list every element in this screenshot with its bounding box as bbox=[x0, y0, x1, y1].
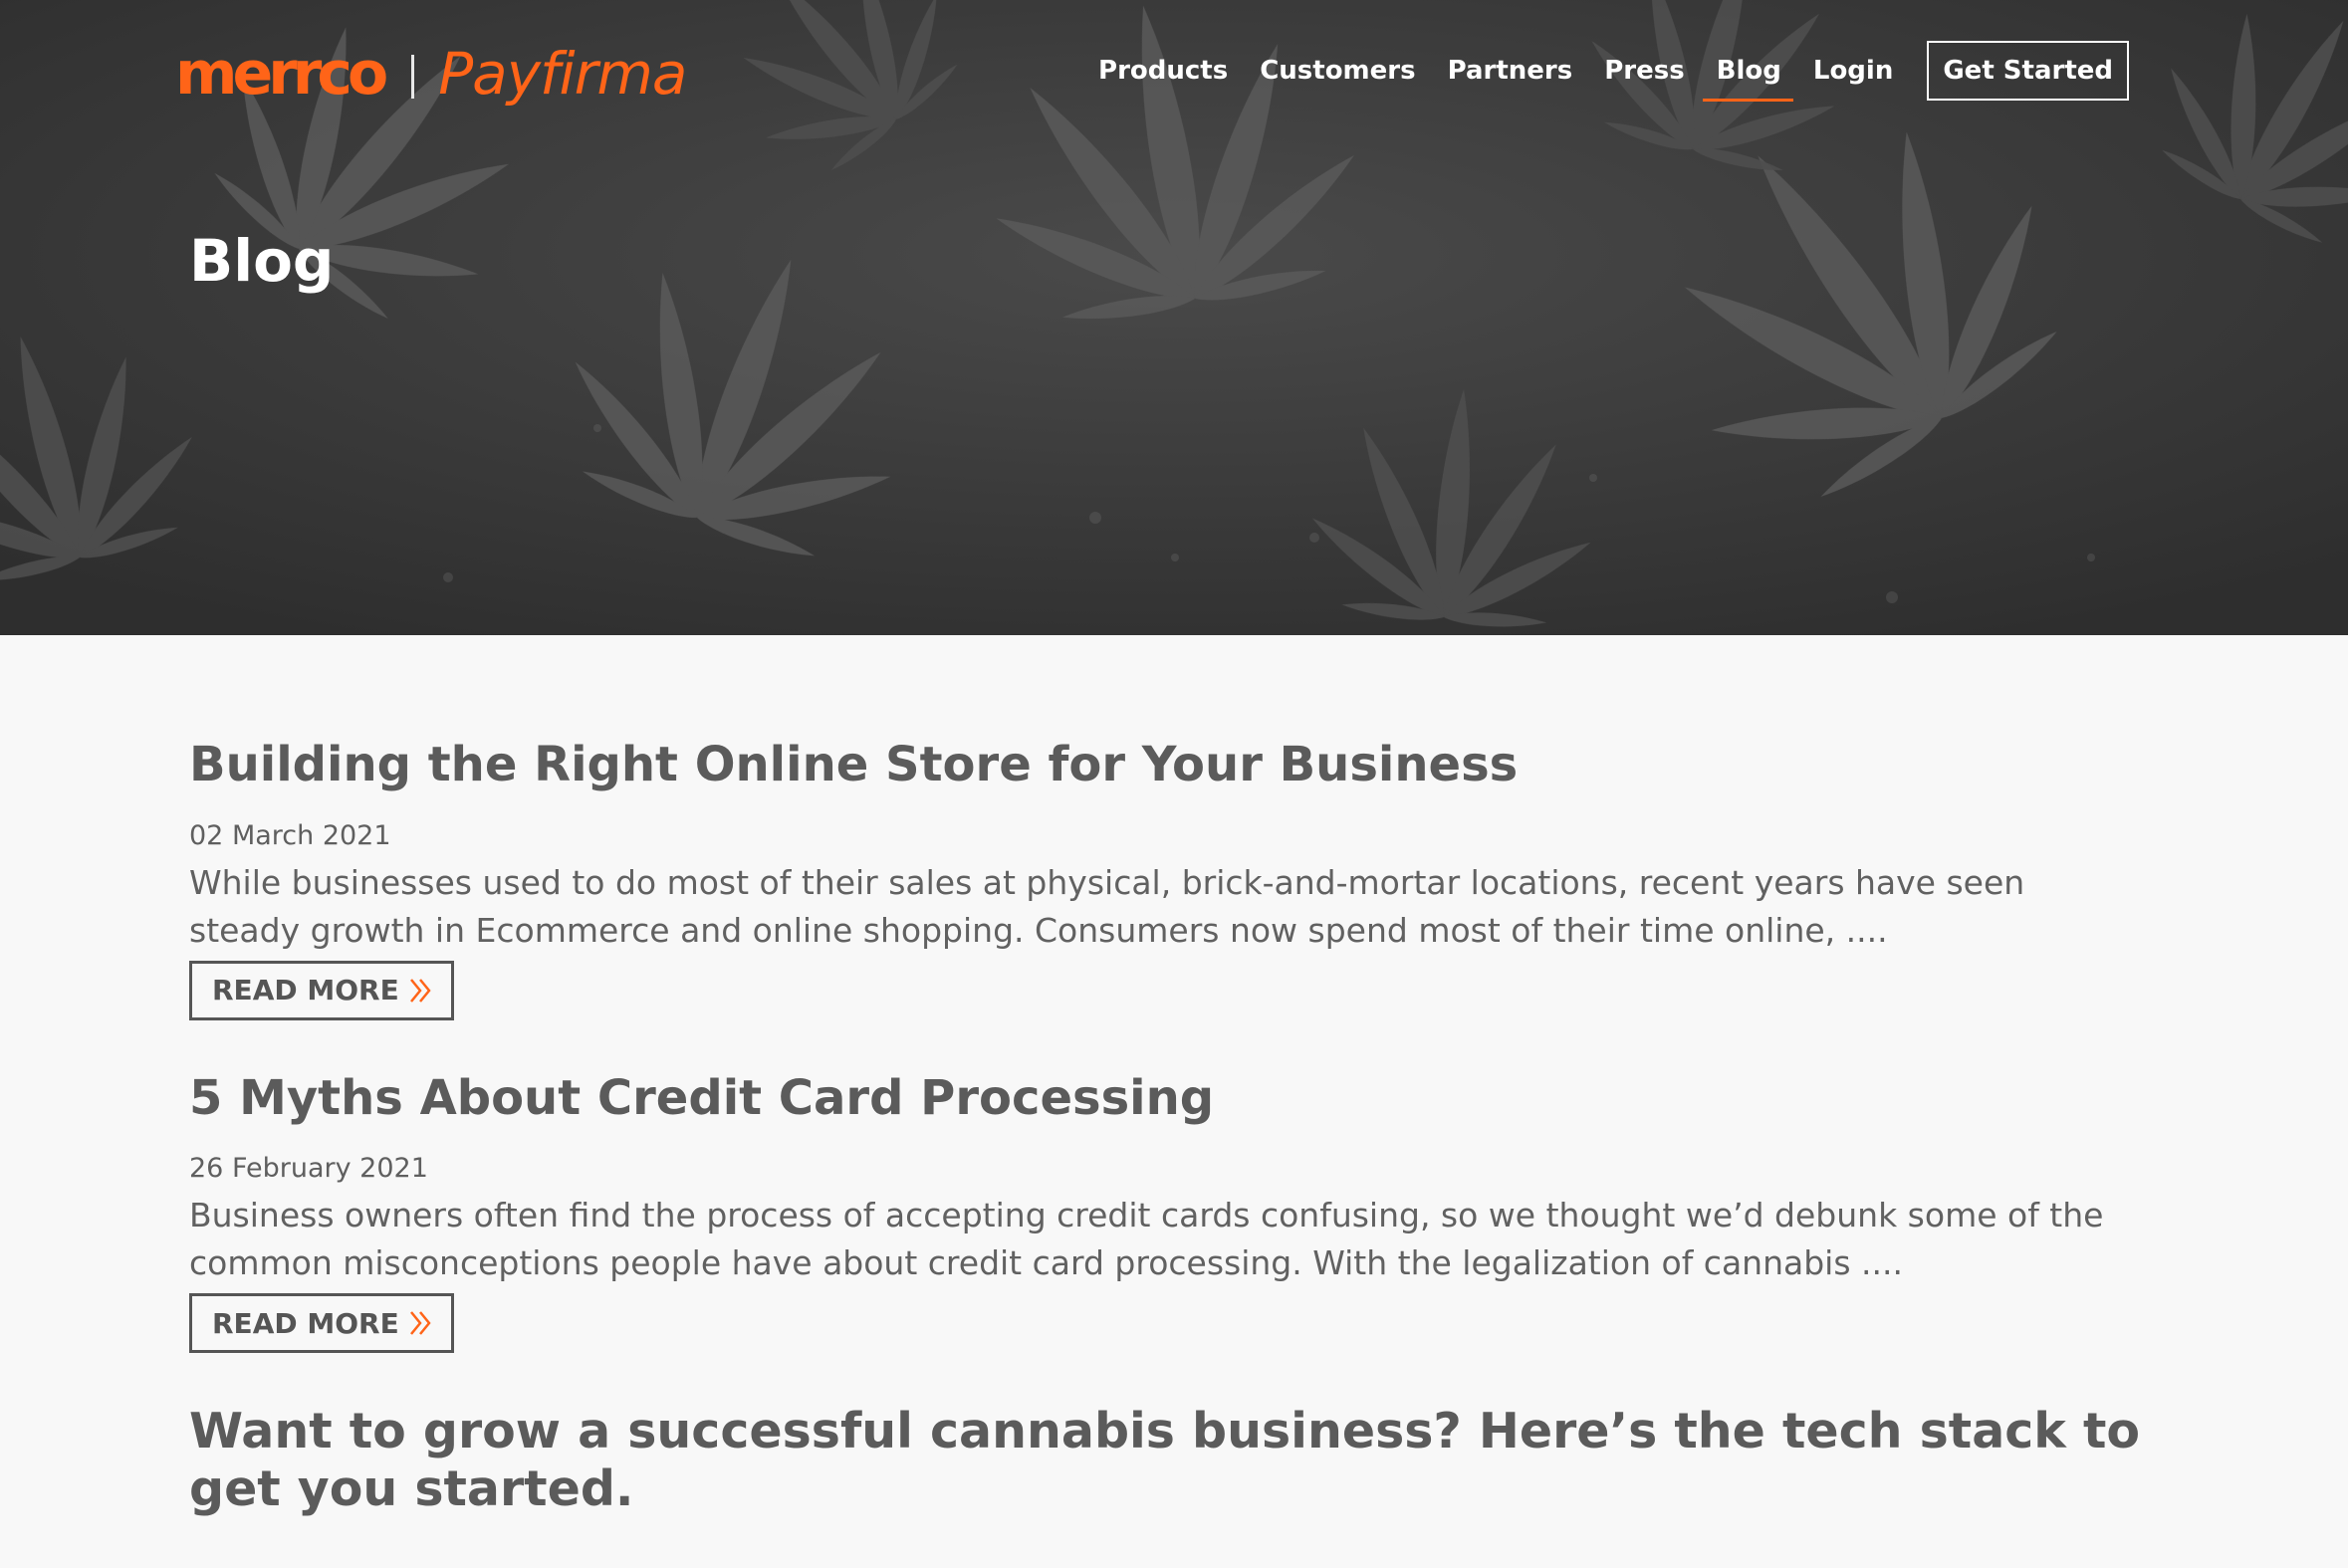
nav-press[interactable]: Press bbox=[1604, 40, 1684, 102]
read-more-label: READ MORE bbox=[212, 1306, 399, 1340]
read-more-label: READ MORE bbox=[212, 974, 399, 1008]
list-item: Building the Right Online Store for Your… bbox=[189, 737, 2141, 1020]
post-excerpt: While businesses used to do most of thei… bbox=[189, 862, 2025, 950]
read-more-button[interactable]: READ MORE bbox=[189, 1293, 454, 1354]
nav-partners[interactable]: Partners bbox=[1448, 40, 1573, 102]
payfirma-logo-text: Payfirma bbox=[438, 40, 687, 108]
blog-post-list: Building the Right Online Store for Your… bbox=[189, 737, 2141, 1568]
post-title-link[interactable]: Want to grow a successful cannabis busin… bbox=[189, 1403, 2141, 1518]
double-chevron-right-icon bbox=[409, 1309, 433, 1337]
brand-logo[interactable]: merrco Payfirma bbox=[175, 38, 687, 110]
post-title-link[interactable]: 5 Myths About Credit Card Processing bbox=[189, 1070, 2141, 1128]
page-title: Blog bbox=[189, 227, 335, 295]
nav-blog[interactable]: Blog bbox=[1702, 40, 1794, 102]
main-nav: Products Customers Partners Press Blog L… bbox=[1098, 40, 2129, 102]
list-item: Want to grow a successful cannabis busin… bbox=[189, 1403, 2141, 1518]
nav-login[interactable]: Login bbox=[1813, 40, 1893, 102]
read-more-button[interactable]: READ MORE bbox=[189, 960, 454, 1020]
nav-products[interactable]: Products bbox=[1098, 40, 1228, 102]
merrco-logo-text: merrco bbox=[175, 39, 388, 109]
nav-customers[interactable]: Customers bbox=[1260, 40, 1415, 102]
post-excerpt: Business owners often find the process o… bbox=[189, 1196, 2104, 1283]
post-title-link[interactable]: Building the Right Online Store for Your… bbox=[189, 737, 2141, 794]
post-date: 02 March 2021 bbox=[189, 819, 391, 851]
get-started-button[interactable]: Get Started bbox=[1927, 41, 2129, 101]
double-chevron-right-icon bbox=[409, 977, 433, 1005]
list-item: 5 Myths About Credit Card Processing 26 … bbox=[189, 1070, 2141, 1354]
post-date: 26 February 2021 bbox=[189, 1153, 428, 1185]
hero-banner: merrco Payfirma Products Customers Partn… bbox=[0, 0, 2348, 635]
logo-divider bbox=[411, 55, 415, 99]
